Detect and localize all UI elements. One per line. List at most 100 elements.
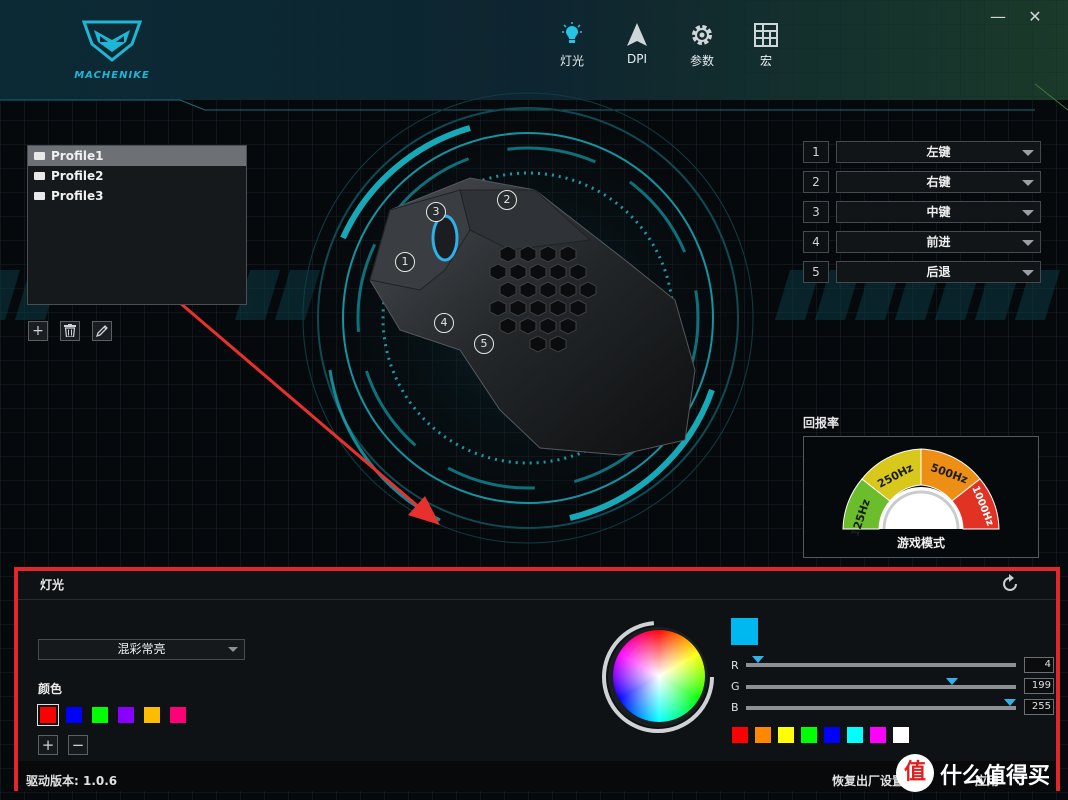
key-number: 4 [803, 231, 829, 253]
nav-macro-label: 宏 [759, 54, 772, 68]
close-button[interactable]: ✕ [1024, 8, 1046, 26]
color-preview [731, 618, 758, 645]
lighting-mode-select[interactable]: 混彩常亮 [38, 639, 245, 660]
mouse-label-1-text: 1 [401, 255, 409, 268]
mouse-label-3-text: 3 [432, 205, 440, 218]
color-swatch[interactable] [144, 707, 160, 723]
preset-color-swatch[interactable] [824, 727, 840, 743]
profile-list: Profile1 Profile2 Profile3 [27, 145, 247, 305]
key-action-select[interactable]: 前进 [836, 231, 1041, 253]
refresh-icon [1003, 574, 1017, 591]
key-action-select[interactable]: 中键 [836, 201, 1041, 223]
trash-icon [64, 324, 76, 338]
lighting-title: 灯光 [40, 578, 65, 592]
key-number: 5 [803, 261, 829, 283]
chevron-down-icon [228, 647, 238, 652]
slider-g-thumb[interactable] [946, 678, 958, 685]
factory-reset-button[interactable]: 恢复出厂设置 [832, 772, 904, 787]
watermark-logo-glyph: 值 [903, 760, 926, 785]
chevron-down-icon [1022, 240, 1034, 246]
folder-icon [34, 152, 45, 160]
key-action-label: 左键 [926, 145, 951, 159]
nav-dpi-label: DPI [626, 52, 647, 66]
folder-icon [34, 192, 45, 200]
nav-params[interactable]: 参数 [677, 22, 727, 69]
profile-item[interactable]: Profile2 [28, 166, 246, 186]
color-swatch[interactable] [92, 707, 108, 723]
slider-r-thumb[interactable] [752, 656, 764, 663]
slider-b-thumb[interactable] [1004, 699, 1016, 706]
preset-color-swatch[interactable] [870, 727, 886, 743]
mouse-label-5: 5 [474, 334, 494, 354]
mouse-label-2-text: 2 [503, 193, 511, 206]
remove-color-button[interactable]: − [68, 735, 88, 755]
watermark-text: 什么值得买 [940, 764, 1051, 789]
nav-lighting-label: 灯光 [559, 54, 584, 68]
key-number: 1 [803, 141, 829, 163]
chevron-down-icon [1022, 270, 1034, 276]
slider-b[interactable] [746, 699, 1016, 710]
nav-dpi[interactable]: DPI [612, 22, 662, 66]
slider-g[interactable] [746, 678, 1016, 689]
lighting-mode-label: 混彩常亮 [117, 642, 166, 656]
preset-color-swatch[interactable] [778, 727, 794, 743]
delete-profile-button[interactable] [60, 321, 80, 341]
key-action-label: 后退 [926, 265, 951, 279]
rgb-label-r: R [731, 659, 739, 672]
color-swatch[interactable] [66, 707, 82, 723]
preset-color-swatch[interactable] [755, 727, 771, 743]
chevron-down-icon [1022, 180, 1034, 186]
key-action-label: 右键 [926, 175, 951, 189]
color-swatch[interactable] [37, 704, 59, 726]
machenike-logo-icon [81, 20, 143, 62]
key-action-select[interactable]: 左键 [836, 141, 1041, 163]
slider-r[interactable] [746, 656, 1016, 667]
light-bulb-icon [562, 22, 582, 43]
rgb-label-b: B [731, 701, 739, 714]
brand-logo: MACHENIKE [62, 18, 162, 82]
value-g[interactable]: 199 [1024, 678, 1054, 694]
preset-color-swatch[interactable] [732, 727, 748, 743]
color-swatch[interactable] [170, 707, 186, 723]
profile-item-label: Profile1 [51, 149, 104, 163]
gear-icon [692, 25, 712, 45]
preset-color-swatch[interactable] [893, 727, 909, 743]
key-action-label: 中键 [926, 205, 951, 219]
edit-profile-button[interactable] [92, 321, 112, 341]
nav-macro[interactable]: 宏 [741, 22, 791, 69]
rgb-label-g: G [731, 680, 740, 693]
profile-item-label: Profile3 [51, 189, 104, 203]
report-rate-title: 回报率 [803, 416, 840, 430]
panel-divider [18, 599, 1056, 600]
key-action-select[interactable]: 后退 [836, 261, 1041, 283]
key-number: 3 [803, 201, 829, 223]
preset-color-swatch[interactable] [801, 727, 817, 743]
preset-color-swatch[interactable] [847, 727, 863, 743]
nav-params-label: 参数 [689, 54, 714, 68]
color-wheel[interactable] [600, 619, 716, 735]
value-r[interactable]: 4 [1024, 657, 1054, 673]
add-profile-button[interactable]: + [28, 321, 48, 341]
key-action-select[interactable]: 右键 [836, 171, 1041, 193]
mouse-label-4: 4 [434, 313, 454, 333]
minimize-button[interactable]: — [987, 8, 1009, 26]
add-color-button[interactable]: + [38, 735, 58, 755]
color-label: 颜色 [38, 682, 63, 696]
key-number: 2 [803, 171, 829, 193]
watermark: 值 什么值得买 [896, 752, 1064, 796]
brand-logo-text: MACHENIKE [74, 70, 150, 81]
mouse-label-3: 3 [426, 202, 446, 222]
profile-item[interactable]: Profile1 [28, 146, 246, 166]
color-wheel-center [613, 630, 705, 722]
mouse-image [369, 177, 696, 456]
profile-item-label: Profile2 [51, 169, 104, 183]
color-swatch[interactable] [118, 707, 134, 723]
profile-item[interactable]: Profile3 [28, 186, 246, 206]
header: MACHENIKE 灯光 DPI 参数 宏 — ✕ [0, 0, 1068, 100]
reset-lighting-button[interactable] [1000, 574, 1020, 594]
key-action-label: 前进 [926, 235, 951, 249]
nav-lighting[interactable]: 灯光 [547, 22, 597, 69]
arrow-cursor-icon [627, 23, 647, 46]
value-b[interactable]: 255 [1024, 699, 1054, 715]
driver-version: 驱动版本: 1.0.6 [26, 774, 118, 788]
